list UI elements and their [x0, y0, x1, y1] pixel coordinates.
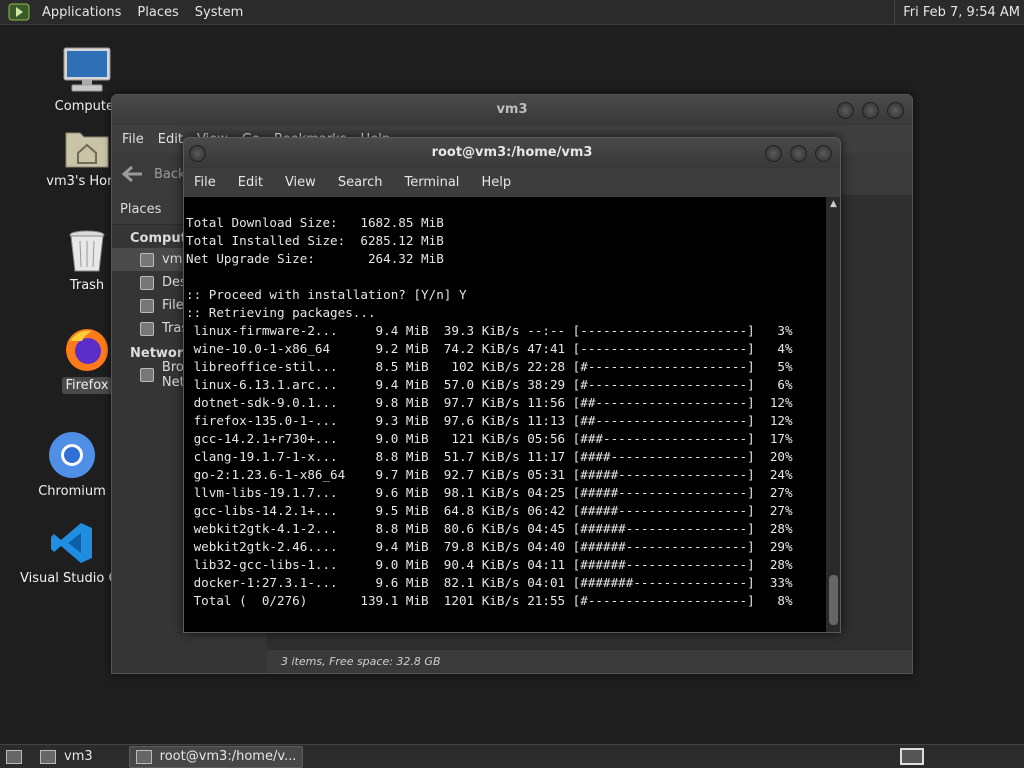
terminal-menubar: File Edit View Search Terminal Help: [184, 168, 840, 197]
network-icon: [140, 367, 154, 382]
applications-menu[interactable]: Applications: [34, 0, 129, 25]
close-button[interactable]: [887, 102, 904, 119]
desktop-icon-label: Trash: [69, 278, 105, 293]
scrollbar-thumb[interactable]: [829, 575, 838, 625]
taskbar: vm3 root@vm3:/home/v...: [0, 744, 1024, 768]
top-panel: Applications Places System Fri Feb 7, 9:…: [0, 0, 1024, 25]
terminal-icon: [135, 749, 152, 764]
terminal-line: Total ( 0/276) 139.1 MiB 1201 KiB/s 21:5…: [186, 593, 793, 608]
terminal-line: gcc-14.2.1+r730+... 9.0 MiB 121 KiB/s 05…: [186, 431, 793, 446]
desktop-folder-icon: [140, 275, 154, 290]
menu-file[interactable]: File: [122, 132, 144, 147]
terminal-line: Net Upgrade Size: 264.32 MiB: [186, 251, 444, 266]
drive-icon: [140, 298, 154, 313]
home-folder-icon: [40, 749, 56, 764]
menu-terminal[interactable]: Terminal: [404, 175, 459, 190]
taskbar-item-file-manager[interactable]: vm3: [34, 746, 99, 768]
terminal-line: Total Installed Size: 6285.12 MiB: [186, 233, 444, 248]
terminal-line: webkit2gtk-4.1-2... 8.8 MiB 80.6 KiB/s 0…: [186, 521, 793, 536]
terminal-line: :: Retrieving packages...: [186, 305, 376, 320]
close-button[interactable]: [815, 145, 832, 162]
terminal-line: linux-firmware-2... 9.4 MiB 39.3 KiB/s -…: [186, 323, 793, 338]
terminal-line: Total Download Size: 1682.85 MiB: [186, 215, 444, 230]
back-arrow-icon[interactable]: [122, 165, 144, 183]
terminal-line: libreoffice-stil... 8.5 MiB 102 KiB/s 22…: [186, 359, 793, 374]
scroll-up-arrow-icon[interactable]: ▲: [826, 197, 840, 211]
window-menu-button[interactable]: [189, 145, 206, 162]
home-icon: [140, 252, 154, 267]
terminal-line: linux-6.13.1.arc... 9.4 MiB 57.0 KiB/s 3…: [186, 377, 793, 392]
terminal-line: webkit2gtk-2.46.... 9.4 MiB 79.8 KiB/s 0…: [186, 539, 793, 554]
taskbar-item-terminal[interactable]: root@vm3:/home/v...: [128, 745, 304, 768]
terminal-scrollbar[interactable]: ▲: [826, 197, 840, 632]
back-button[interactable]: Back: [154, 167, 186, 182]
computer-icon: [63, 47, 111, 92]
menu-edit[interactable]: Edit: [238, 175, 263, 190]
desktop-icon-label: Chromium: [38, 484, 106, 499]
workspace-switcher[interactable]: [900, 748, 924, 765]
taskbar-item-label: vm3: [64, 749, 93, 764]
terminal-line: dotnet-sdk-9.0.1... 9.8 MiB 97.7 KiB/s 1…: [186, 395, 793, 410]
desktop: Applications Places System Fri Feb 7, 9:…: [0, 0, 1024, 768]
minimize-button[interactable]: [765, 145, 782, 162]
terminal-line: llvm-libs-19.1.7... 9.6 MiB 98.1 KiB/s 0…: [186, 485, 793, 500]
chromium-icon: [49, 432, 95, 478]
terminal-line: clang-19.1.7-1-x... 8.8 MiB 51.7 KiB/s 1…: [186, 449, 793, 464]
terminal-window[interactable]: root@vm3:/home/vm3 File Edit View Search…: [183, 137, 841, 633]
clock[interactable]: Fri Feb 7, 9:54 AM: [894, 0, 1020, 25]
home-folder-icon: [65, 132, 109, 168]
maximize-button[interactable]: [790, 145, 807, 162]
system-menu[interactable]: System: [187, 0, 251, 25]
trash-icon: [140, 321, 154, 336]
distro-logo-icon[interactable]: [8, 3, 30, 21]
menu-view[interactable]: View: [285, 175, 316, 190]
terminal-titlebar[interactable]: root@vm3:/home/vm3: [184, 138, 840, 168]
terminal-line: :: Proceed with installation? [Y/n] Y: [186, 287, 467, 302]
terminal-output[interactable]: Total Download Size: 1682.85 MiB Total In…: [184, 197, 826, 632]
menu-help[interactable]: Help: [481, 175, 511, 190]
firefox-icon: [66, 329, 108, 371]
menu-edit[interactable]: Edit: [158, 132, 183, 147]
places-menu[interactable]: Places: [129, 0, 186, 25]
maximize-button[interactable]: [862, 102, 879, 119]
show-desktop-button[interactable]: [0, 746, 28, 768]
desktop-icon-label: Firefox: [62, 377, 112, 394]
menu-search[interactable]: Search: [338, 175, 383, 190]
taskbar-item-label: root@vm3:/home/v...: [159, 749, 297, 764]
minimize-button[interactable]: [837, 102, 854, 119]
show-desktop-icon: [6, 749, 22, 764]
window-title: root@vm3:/home/vm3: [431, 145, 593, 160]
status-bar: 3 items, Free space: 32.8 GB: [267, 649, 912, 673]
terminal-line: firefox-135.0-1-... 9.3 MiB 97.6 KiB/s 1…: [186, 413, 793, 428]
menu-file[interactable]: File: [194, 175, 216, 190]
terminal-line: wine-10.0-1-x86_64 9.2 MiB 74.2 KiB/s 47…: [186, 341, 793, 356]
terminal-line: gcc-libs-14.2.1+... 9.5 MiB 64.8 KiB/s 0…: [186, 503, 793, 518]
terminal-line: lib32-gcc-libs-1... 9.0 MiB 90.4 KiB/s 0…: [186, 557, 793, 572]
terminal-line: docker-1:27.3.1-... 9.6 MiB 82.1 KiB/s 0…: [186, 575, 793, 590]
file-manager-titlebar[interactable]: vm3: [112, 95, 912, 125]
vscode-icon: [51, 523, 92, 563]
trash-icon: [69, 230, 105, 272]
terminal-line: go-2:1.23.6-1-x86_64 9.7 MiB 92.7 KiB/s …: [186, 467, 793, 482]
window-title: vm3: [496, 102, 528, 117]
